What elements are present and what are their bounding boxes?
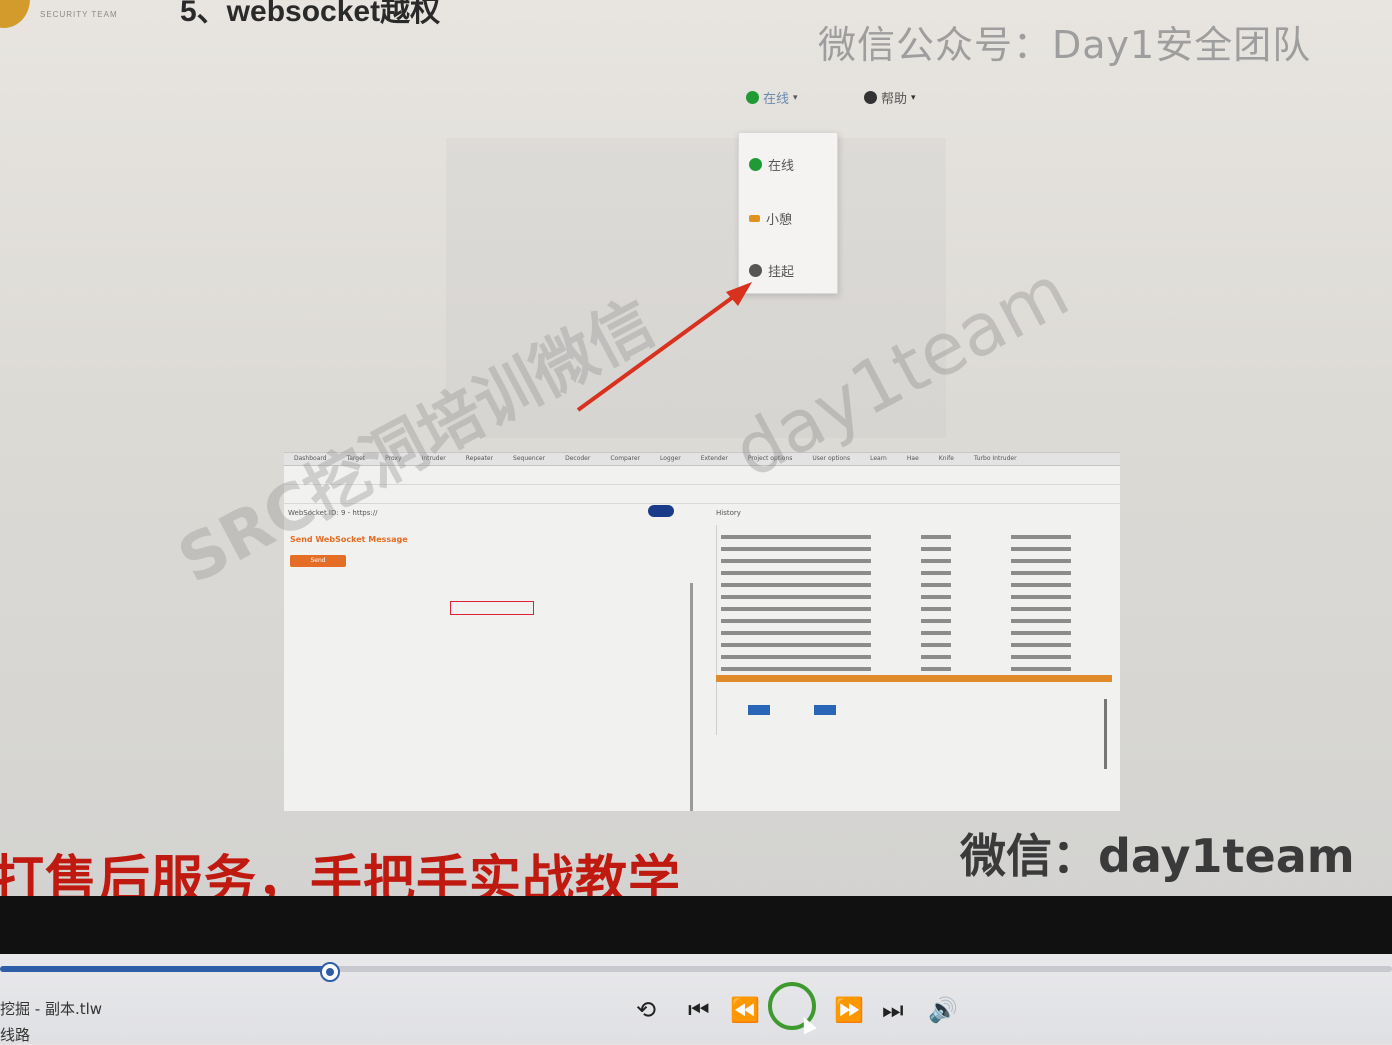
table-row[interactable] xyxy=(721,545,1111,554)
forward-icon[interactable]: ⏩ xyxy=(834,996,864,1024)
highlight-box xyxy=(450,601,534,615)
burp-tab[interactable]: Comparer xyxy=(600,453,650,465)
table-row[interactable] xyxy=(721,629,1111,638)
loop-icon[interactable]: ⟲ xyxy=(636,996,656,1024)
route-label[interactable]: 线路 xyxy=(0,1024,30,1045)
table-row[interactable] xyxy=(721,641,1111,650)
table-row[interactable] xyxy=(721,581,1111,590)
volume-icon[interactable]: 🔊 xyxy=(928,996,958,1024)
file-name: 挖掘 - 副本.tlw xyxy=(0,1000,103,1018)
toolbar-button[interactable] xyxy=(814,705,836,715)
burp-tab[interactable]: Extender xyxy=(691,453,738,465)
toolbar-button[interactable] xyxy=(748,705,770,715)
burp-tab[interactable]: Turbo Intruder xyxy=(964,453,1027,465)
burp-tab[interactable]: Hae xyxy=(897,453,929,465)
table-row[interactable] xyxy=(721,569,1111,578)
selected-table-row[interactable] xyxy=(716,675,1112,682)
send-button[interactable]: Send xyxy=(290,555,346,567)
websocket-history-table xyxy=(716,525,1115,735)
burp-tab[interactable]: Learn xyxy=(860,453,897,465)
history-label: History xyxy=(716,509,741,517)
watermark-bottom: 微信：day1team xyxy=(960,829,1355,883)
seek-thumb[interactable] xyxy=(319,962,340,982)
video-letterbox xyxy=(0,896,1392,954)
intercept-toggle[interactable] xyxy=(648,505,674,517)
table-row[interactable] xyxy=(721,593,1111,602)
scrollbar[interactable] xyxy=(1104,699,1107,769)
seek-bar-progress xyxy=(0,966,330,972)
table-row[interactable] xyxy=(721,617,1111,626)
burp-tab[interactable]: Decoder xyxy=(555,453,600,465)
table-row[interactable] xyxy=(721,533,1111,542)
table-row[interactable] xyxy=(721,653,1111,662)
table-row[interactable] xyxy=(721,557,1111,566)
burp-tab[interactable]: Knife xyxy=(929,453,964,465)
prev-icon[interactable]: ⏮ xyxy=(688,996,710,1024)
slide: SECURITY TEAM 5、websocket越权 微信公众号：Day1安全… xyxy=(0,0,1392,900)
next-icon[interactable]: ⏭ xyxy=(882,996,904,1024)
burp-tab[interactable]: Logger xyxy=(650,453,691,465)
table-row[interactable] xyxy=(721,665,1111,674)
burp-suite-window: Dashboard Target Proxy Intruder Repeater… xyxy=(284,452,1120,811)
burp-tab[interactable]: Sequencer xyxy=(503,453,555,465)
pane-splitter[interactable] xyxy=(690,583,693,811)
subtitle: 打售后服务，手把手实战教学 xyxy=(0,851,682,900)
rewind-icon[interactable]: ⏪ xyxy=(730,996,760,1024)
table-row[interactable] xyxy=(721,605,1111,614)
